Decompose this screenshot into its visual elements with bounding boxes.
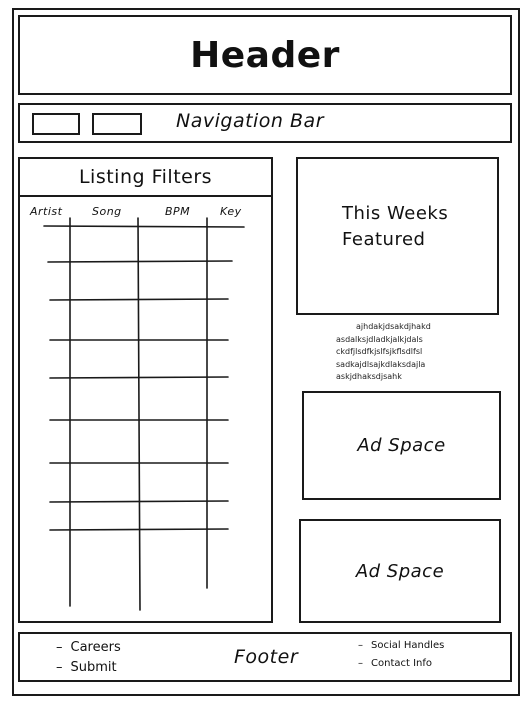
ad-space-2[interactable]: Ad Space — [299, 519, 501, 623]
featured-line-1: This Weeks — [342, 203, 449, 224]
blurb-line: asdalksjdladkjalkjdals — [336, 334, 423, 344]
featured-panel[interactable]: This Weeks Featured — [296, 157, 499, 315]
footer-link-submit-label: Submit — [70, 660, 117, 675]
blurb-line: sadkajdlsajkdlaksdajla — [336, 359, 426, 369]
blurb-line: ckdfjlsdfkjslfsjkflsdlfsl — [336, 347, 423, 356]
featured-line-2: Featured — [342, 229, 426, 250]
footer-link-careers[interactable]: – Careers — [56, 640, 121, 655]
footer-link-social-label: Social Handles — [371, 640, 445, 651]
featured-blurb: ajhdakjdsakdjhakd asdalksjdladkjalkjdals… — [336, 321, 486, 384]
table-column-line — [137, 217, 141, 611]
blurb-line: askjdhaksdjsahk — [336, 372, 402, 381]
blurb-line: ajhdakjdsakdjhakd — [356, 322, 431, 331]
bullet-dash-icon: – — [56, 660, 63, 675]
footer-title: Footer — [234, 646, 299, 668]
ad-space-2-label: Ad Space — [355, 560, 445, 582]
footer-link-submit[interactable]: – Submit — [56, 660, 117, 675]
bullet-dash-icon: – — [358, 658, 363, 669]
footer: – Careers – Submit Footer – Social Handl… — [18, 632, 512, 682]
table-row-line — [43, 225, 245, 228]
footer-link-social-handles[interactable]: – Social Handles — [358, 640, 444, 651]
ad-space-1[interactable]: Ad Space — [302, 391, 501, 500]
bullet-dash-icon: – — [56, 640, 63, 655]
footer-link-contact-label: Contact Info — [371, 658, 433, 669]
ad-space-1-label: Ad Space — [357, 435, 446, 456]
table-row-line — [47, 260, 233, 263]
bullet-dash-icon: – — [358, 640, 363, 651]
footer-link-careers-label: Careers — [70, 640, 121, 655]
footer-link-contact-info[interactable]: – Contact Info — [358, 658, 432, 669]
